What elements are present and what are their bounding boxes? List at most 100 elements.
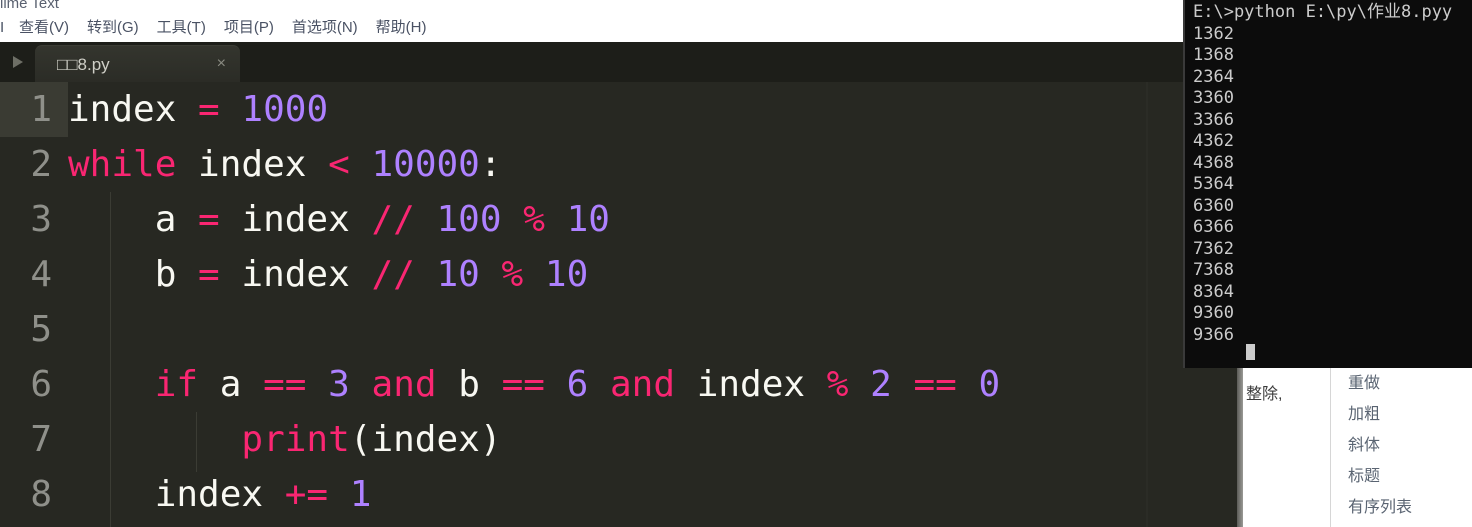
code-line-text: if a == 3 and b == 6 and index % 2 == 0 [68, 357, 1001, 412]
menu-item-italic[interactable]: 斜体 [1345, 430, 1472, 461]
code-line[interactable]: 3 a = index // 100 % 10 [0, 192, 1185, 247]
line-number: 5 [30, 309, 52, 350]
minimap[interactable] [1148, 82, 1185, 527]
code-token: : [479, 144, 502, 185]
code-token: 10 [544, 254, 589, 295]
window-title-text: lime Text [0, 0, 59, 12]
menu-item-clipped[interactable]: I [0, 16, 10, 40]
console-line: 9366 [1193, 324, 1234, 345]
code-token: index [68, 89, 199, 130]
menu-item-goto[interactable]: 转到(G) [78, 16, 148, 40]
code-line[interactable]: 2 while index < 10000: [0, 137, 1185, 192]
code-line[interactable]: 6 if a == 3 and b == 6 and index % 2 == … [0, 357, 1185, 412]
line-number: 2 [30, 144, 52, 185]
code-token: // [371, 254, 415, 295]
menu-item-tools[interactable]: 工具(T) [148, 16, 215, 40]
menu-item-unordered-list[interactable]: 无序列表 [1345, 523, 1472, 527]
menu-item-heading[interactable]: 标题 [1345, 461, 1472, 492]
menu-item-preferences[interactable]: 首选项(N) [283, 16, 367, 40]
formatting-menu[interactable]: 重做 加粗 斜体 标题 有序列表 无序列表 [1345, 368, 1472, 527]
code-line[interactable]: 7 print(index) [0, 412, 1185, 467]
console-line: 6366 [1193, 217, 1234, 237]
code-token: % [826, 364, 849, 405]
sublime-text-window: lime Text I 查看(V) 转到(G) 工具(T) 项目(P) 首选项(… [0, 0, 1185, 527]
console-line: 3360 [1193, 88, 1234, 108]
code-token: % [501, 254, 524, 295]
console-line: 7362 [1193, 238, 1234, 259]
code-line-text: print(index) [68, 412, 502, 467]
code-token: if [154, 364, 199, 405]
code-token: == [501, 364, 545, 405]
play-arrow-icon[interactable] [8, 53, 28, 71]
code-token: index [219, 199, 372, 240]
code-token: // [371, 199, 415, 240]
menu-item-redo[interactable]: 重做 [1345, 368, 1472, 399]
background-fill [1185, 368, 1237, 527]
line-number: 4 [30, 254, 52, 295]
menu-item-ordered-list[interactable]: 有序列表 [1345, 492, 1472, 523]
code-token: 6 [566, 364, 589, 405]
menu-item-help[interactable]: 帮助(H) [367, 16, 436, 40]
code-line-text: index += 1 [68, 467, 372, 522]
code-token: 0 [978, 364, 1001, 405]
code-line-text: while index < 10000: [68, 137, 502, 192]
code-token: index [675, 364, 827, 405]
code-line[interactable]: 8 index += 1 [0, 467, 1185, 522]
code-token: a [198, 364, 264, 405]
line-number: 8 [30, 474, 52, 515]
code-token: print [241, 419, 350, 460]
command-prompt-window[interactable]: E:\>python E:\py\作业8.pyy 1362 1368 2364 3360… [1185, 0, 1472, 368]
code-token: < [328, 144, 350, 185]
console-line: E:\>python E:\py\作业8.pyy [1193, 2, 1453, 22]
code-token: b [436, 364, 502, 405]
console-line: 7368 [1193, 260, 1234, 280]
code-line[interactable]: 5 [0, 302, 1185, 357]
line-number: 6 [30, 364, 52, 405]
panel-divider [1330, 368, 1331, 527]
code-line[interactable]: 4 b = index // 10 % 10 [0, 247, 1185, 302]
indent-guide [196, 412, 197, 472]
window-title-bar: lime Text [0, 0, 1185, 14]
code-token: 10000 [371, 144, 480, 185]
menu-bar: I 查看(V) 转到(G) 工具(T) 项目(P) 首选项(N) 帮助(H) [0, 14, 1185, 42]
code-token: 2 [870, 364, 892, 405]
console-line: 4362 [1193, 131, 1234, 151]
console-cursor [1246, 344, 1255, 360]
code-token: 10 [566, 199, 610, 240]
code-token: ) [479, 419, 502, 460]
code-token: a [68, 199, 199, 240]
console-line: 1362 [1193, 23, 1234, 44]
code-token: = [198, 89, 220, 130]
code-editor[interactable]: 1 index = 1000 2 while index < 10000: 3 a = … [0, 82, 1185, 527]
code-token: = [198, 199, 220, 240]
console-line: 3366 [1193, 109, 1234, 130]
code-token: 1 [349, 474, 372, 515]
line-number: 7 [30, 419, 52, 460]
tab-file-active[interactable]: □□8.py × [35, 45, 240, 82]
code-line[interactable]: 1 index = 1000 [0, 82, 1185, 137]
menu-item-bold[interactable]: 加粗 [1345, 399, 1472, 430]
code-token: += [284, 474, 329, 515]
code-token: index [371, 419, 480, 460]
menu-item-view[interactable]: 查看(V) [10, 16, 78, 40]
console-line: 4368 [1193, 152, 1234, 173]
code-token: and [610, 364, 676, 405]
menu-item-project[interactable]: 项目(P) [215, 16, 283, 40]
code-token: index [219, 254, 372, 295]
code-token: ( [349, 419, 372, 460]
close-icon[interactable]: × [217, 55, 226, 72]
code-token: 1000 [241, 89, 329, 130]
